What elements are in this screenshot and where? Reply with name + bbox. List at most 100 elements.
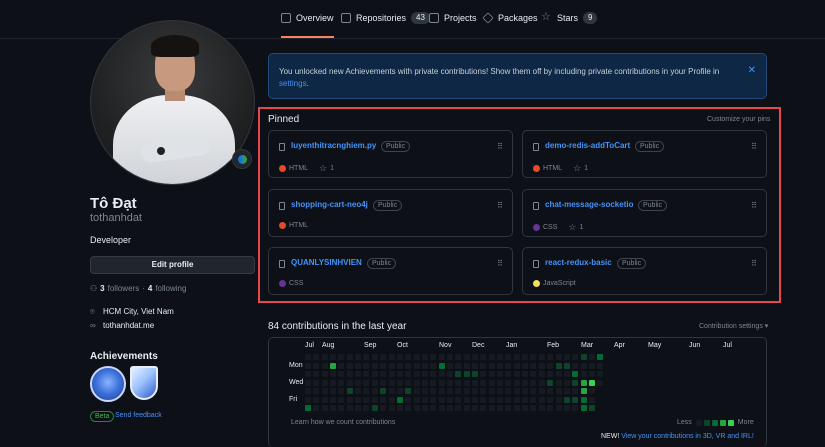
repo-name[interactable]: chat-message-socketio [545, 200, 633, 209]
tab-packages[interactable]: Packages [482, 12, 538, 38]
contribution-cell[interactable] [380, 405, 387, 411]
contribution-cell[interactable] [572, 371, 579, 377]
contribution-cell[interactable] [505, 371, 512, 377]
contribution-cell[interactable] [346, 405, 353, 411]
contribution-cell[interactable] [547, 362, 554, 369]
contribution-cell[interactable] [563, 362, 570, 369]
contribution-cell[interactable] [455, 388, 462, 394]
repo-stars[interactable]: ☆ 1 [319, 163, 334, 174]
drag-handle-icon[interactable]: ⠿ [751, 142, 757, 151]
contribution-cell[interactable] [538, 396, 545, 403]
contribution-cell[interactable] [430, 354, 437, 360]
contribution-cell[interactable] [421, 371, 428, 377]
contribution-cell[interactable] [588, 354, 595, 360]
contribution-cell[interactable] [355, 371, 362, 377]
repo-name[interactable]: demo-redis-addToCart [545, 141, 630, 150]
contribution-cell[interactable] [338, 379, 345, 386]
contribution-cell[interactable] [446, 371, 453, 377]
contribution-cell[interactable] [572, 405, 579, 411]
contribution-cell[interactable] [497, 371, 504, 377]
contribution-cell[interactable] [463, 405, 470, 411]
contribution-cell[interactable] [405, 362, 412, 369]
contribution-cell[interactable] [588, 379, 595, 386]
following-link[interactable]: following [155, 284, 186, 293]
contribution-cell[interactable] [330, 388, 337, 394]
contribution-cell[interactable] [463, 362, 470, 369]
contribution-cell[interactable] [446, 354, 453, 360]
contribution-cell[interactable] [421, 379, 428, 386]
contribution-cell[interactable] [380, 371, 387, 377]
contribution-cell[interactable] [513, 354, 520, 360]
contribution-cell[interactable] [430, 388, 437, 394]
repo-stars[interactable]: ☆ 1 [573, 163, 588, 174]
contribution-cell[interactable] [455, 362, 462, 369]
contribution-cell[interactable] [538, 354, 545, 360]
contribution-cell[interactable] [530, 371, 537, 377]
contribution-cell[interactable] [338, 396, 345, 403]
contribution-cell[interactable] [488, 379, 495, 386]
contribution-cell[interactable] [421, 362, 428, 369]
contribution-cell[interactable] [505, 405, 512, 411]
contribution-cell[interactable] [413, 371, 420, 377]
settings-link[interactable]: settings [279, 79, 307, 88]
contribution-cell[interactable] [580, 379, 587, 386]
close-icon[interactable]: ✕ [748, 65, 756, 77]
following-count[interactable]: 4 [148, 284, 152, 293]
contribution-cell[interactable] [313, 371, 320, 377]
contribution-cell[interactable] [463, 379, 470, 386]
contribution-cell[interactable] [396, 388, 403, 394]
contribution-cell[interactable] [363, 371, 370, 377]
contribution-cell[interactable] [438, 405, 445, 411]
contribution-cell[interactable] [538, 405, 545, 411]
contribution-cell[interactable] [580, 362, 587, 369]
contribution-cell[interactable] [363, 354, 370, 360]
contribution-cell[interactable] [305, 379, 311, 386]
contribution-cell[interactable] [388, 396, 395, 403]
contribution-cell[interactable] [530, 388, 537, 394]
edit-profile-button[interactable]: Edit profile [90, 256, 255, 274]
contribution-cell[interactable] [580, 388, 587, 394]
contribution-cell[interactable] [405, 388, 412, 394]
contribution-cell[interactable] [388, 371, 395, 377]
contribution-cell[interactable] [413, 354, 420, 360]
contribution-cell[interactable] [522, 379, 529, 386]
contribution-cell[interactable] [488, 362, 495, 369]
contribution-cell[interactable] [555, 354, 562, 360]
contribution-cell[interactable] [430, 396, 437, 403]
learn-contributions-link[interactable]: Learn how we count contributions [291, 419, 395, 426]
repo-name[interactable]: QUANLYSINHVIEN [291, 258, 362, 267]
contribution-cell[interactable] [446, 405, 453, 411]
contribution-cell[interactable] [330, 362, 337, 369]
contribution-cell[interactable] [363, 396, 370, 403]
contribution-cell[interactable] [488, 371, 495, 377]
tab-overview[interactable]: Overview [281, 12, 334, 38]
contribution-cell[interactable] [588, 396, 595, 403]
contribution-cell[interactable] [430, 362, 437, 369]
contribution-cell[interactable] [355, 388, 362, 394]
contribution-cell[interactable] [421, 388, 428, 394]
contribution-cell[interactable] [580, 396, 587, 403]
contribution-cell[interactable] [438, 371, 445, 377]
achievements-title[interactable]: Achievements [90, 351, 158, 362]
contribution-cell[interactable] [530, 362, 537, 369]
contribution-cell[interactable] [455, 354, 462, 360]
drag-handle-icon[interactable]: ⠿ [497, 201, 503, 210]
contribution-cell[interactable] [588, 371, 595, 377]
contribution-cell[interactable] [588, 405, 595, 411]
contribution-cell[interactable] [555, 396, 562, 403]
contribution-cell[interactable] [488, 396, 495, 403]
contribution-cell[interactable] [346, 396, 353, 403]
contribution-cell[interactable] [572, 396, 579, 403]
contribution-cell[interactable] [413, 405, 420, 411]
contribution-cell[interactable] [346, 371, 353, 377]
contribution-cell[interactable] [513, 396, 520, 403]
contribution-cell[interactable] [472, 405, 478, 411]
contribution-cell[interactable] [513, 388, 520, 394]
contribution-cell[interactable] [522, 388, 529, 394]
contribution-cell[interactable] [305, 354, 311, 360]
contribution-cell[interactable] [497, 354, 504, 360]
contribution-cell[interactable] [438, 379, 445, 386]
contribution-cell[interactable] [555, 371, 562, 377]
contribution-cell[interactable] [563, 388, 570, 394]
contribution-cell[interactable] [371, 371, 378, 377]
